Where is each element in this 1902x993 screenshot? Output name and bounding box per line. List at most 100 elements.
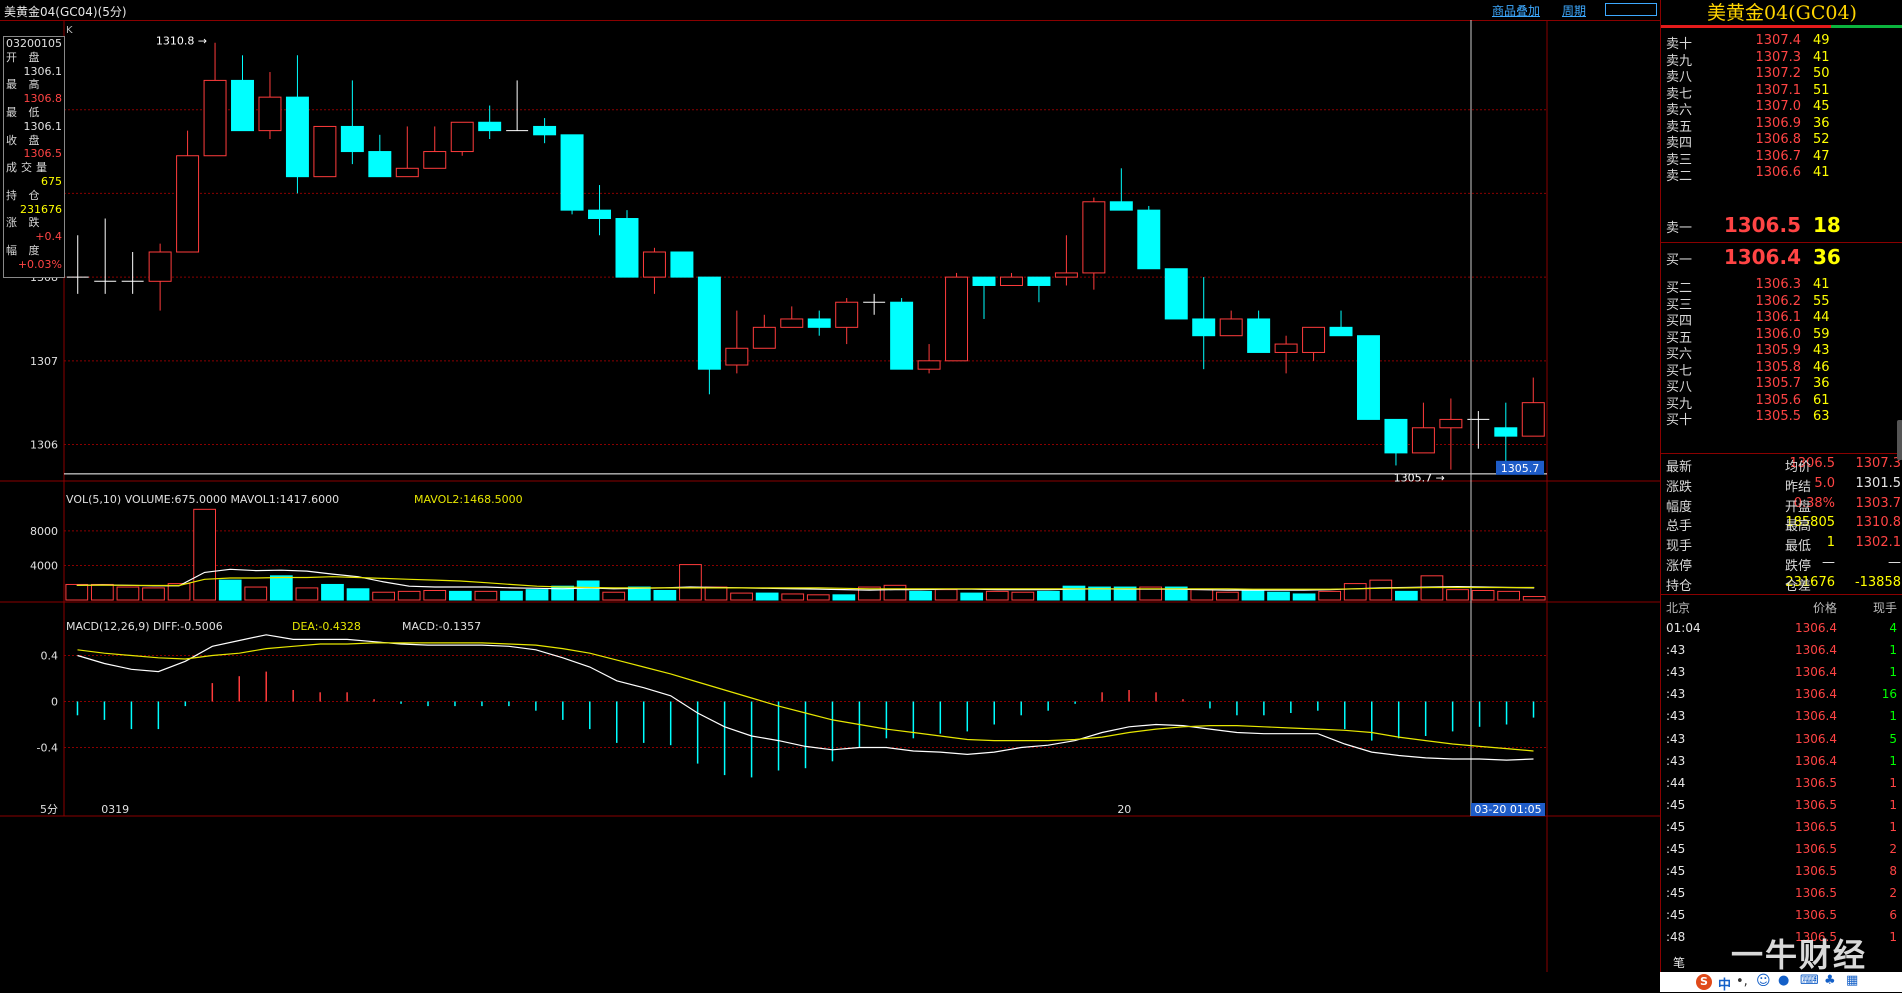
- bid-price: 1305.8: [1755, 359, 1802, 375]
- tick-price: 1306.4: [1795, 709, 1837, 724]
- tick-price: 1306.5: [1795, 908, 1837, 923]
- info-value: 1306.1: [23, 64, 63, 78]
- tick-price: 1306.4: [1795, 643, 1837, 658]
- tick-price: 1306.4: [1795, 665, 1837, 680]
- scroll-handle[interactable]: [1897, 420, 1902, 460]
- tick-time: :45: [1666, 797, 1686, 812]
- period-button[interactable]: 周期: [1562, 2, 1586, 19]
- ticks-divider: [1661, 594, 1902, 595]
- ime-sogou-icon[interactable]: S: [1696, 974, 1712, 990]
- volume-legend: VOL(5,10) VOLUME:675.0000 MAVOL1:1417.60…: [66, 493, 339, 506]
- ask-row[interactable]: 卖一 1306.5 18: [1661, 213, 1902, 237]
- skin-icon[interactable]: ♣: [1824, 973, 1836, 988]
- volume-bar: [525, 589, 549, 601]
- ime-mode-label[interactable]: 中: [1718, 974, 1731, 993]
- ticks-header: 北京 价格 现手: [1661, 596, 1902, 618]
- volume-bar: [423, 590, 447, 601]
- tick-volume: 1: [1889, 819, 1897, 834]
- candle-body: [1027, 276, 1051, 286]
- candle-body: [368, 151, 392, 178]
- price-tick-label: 1306: [30, 439, 58, 452]
- status-bar: [0, 972, 1660, 992]
- candle-body: [1329, 326, 1353, 337]
- stat-label-right: 昨结: [1785, 479, 1812, 495]
- candle-body: [615, 218, 639, 278]
- candle-body: [670, 251, 694, 278]
- stat-value-left: 0.38%: [1793, 495, 1835, 511]
- mavol1-line: [76, 568, 1535, 591]
- tick-time: :45: [1666, 886, 1686, 901]
- smiley-icon[interactable]: ☺: [1756, 973, 1771, 989]
- tick-row: :45 1306.5 1: [1661, 817, 1902, 839]
- bid-row[interactable]: 买十 1305.5 63: [1661, 407, 1902, 428]
- stat-value-left: 1306.5: [1789, 456, 1836, 471]
- stat-value-right: 1301.5: [1855, 475, 1902, 491]
- ask-price: 1306.5: [1723, 213, 1801, 237]
- tick-row: :45 1306.5 8: [1661, 861, 1902, 883]
- volume-bar: [704, 586, 728, 601]
- info-label: 持 仓: [6, 188, 44, 202]
- tick-time: :43: [1666, 731, 1686, 746]
- candle-body: [917, 360, 941, 370]
- period-label: 5分: [40, 803, 58, 816]
- volume-bar: [321, 583, 344, 601]
- tick-price: 1306.5: [1795, 797, 1837, 812]
- tick-row: :45 1306.5 1: [1661, 795, 1902, 817]
- tick-row: :45 1306.5 2: [1661, 883, 1902, 905]
- ticks-footer-label[interactable]: 笔: [1673, 954, 1685, 971]
- ask-level-label: 卖二: [1666, 169, 1693, 184]
- ask-qty: 41: [1813, 49, 1830, 65]
- candle-body: [395, 167, 419, 178]
- candle-body: [890, 301, 914, 370]
- ask-row[interactable]: 卖二 1306.6 41: [1661, 163, 1902, 184]
- volume-bar: [960, 592, 984, 601]
- tick-time: 01:04: [1666, 621, 1701, 635]
- tick-row: :45 1306.5 6: [1661, 905, 1902, 927]
- bid-row[interactable]: 买一 1306.4 36: [1661, 245, 1902, 269]
- stat-value-left: 231676: [1785, 574, 1835, 590]
- info-label: 最 高: [6, 78, 44, 92]
- tick-row: 01:04 1306.4 4: [1661, 618, 1902, 640]
- volume-bar: [909, 590, 932, 601]
- quote-title: 美黄金04(GC04): [1707, 2, 1857, 24]
- taskbar: S 中 •, ☺ ● ⌨ ♣ ▦: [1660, 972, 1902, 993]
- candle-body: [176, 155, 200, 253]
- microphone-icon[interactable]: ●: [1778, 973, 1789, 988]
- orderbook-divider: [1661, 242, 1902, 243]
- bid-qty: 55: [1813, 293, 1830, 309]
- candle-body: [203, 79, 227, 157]
- bid-qty: 43: [1813, 343, 1830, 358]
- volume-bar: [679, 564, 702, 601]
- candle-body: [1137, 209, 1161, 270]
- candle-body: [1109, 201, 1133, 211]
- punctuation-icon[interactable]: •,: [1736, 974, 1748, 989]
- tick-row: :43 1306.4 5: [1661, 729, 1902, 751]
- bid-price: 1305.6: [1755, 392, 1802, 408]
- watermark-logo: 一牛财经: [1731, 936, 1868, 974]
- volume-tick-label: 8000: [30, 525, 58, 538]
- stat-value-right: 1310.8: [1855, 515, 1902, 531]
- keyboard-icon[interactable]: ⌨: [1800, 973, 1819, 988]
- overlay-button[interactable]: 商品叠加: [1492, 2, 1540, 19]
- chart-area[interactable]: 130613071308K1310.8 →1305.7 →1305.740008…: [0, 20, 1660, 972]
- candle-body: [1247, 318, 1271, 353]
- tick-row: :43 1306.4 1: [1661, 662, 1902, 684]
- grid-menu-icon[interactable]: ▦: [1846, 973, 1858, 988]
- window-control-icons[interactable]: [1605, 3, 1657, 16]
- candle-body: [1219, 318, 1243, 337]
- tick-time: :45: [1666, 908, 1686, 923]
- volume-bar: [244, 586, 268, 601]
- tick-time: :45: [1666, 819, 1686, 834]
- candle-body: [148, 251, 172, 282]
- candle-body: [1439, 418, 1463, 429]
- tick-volume: 6: [1889, 908, 1897, 923]
- volume-bar: [1190, 589, 1214, 601]
- candle-body: [1192, 318, 1216, 337]
- bid-qty: 44: [1813, 310, 1830, 325]
- info-label: 成交量: [6, 161, 51, 175]
- bid-level-label: 买一: [1666, 253, 1693, 268]
- candle-body: [423, 151, 447, 169]
- info-value: 675: [41, 174, 62, 188]
- candle-body: [285, 96, 309, 178]
- volume-bar: [934, 589, 958, 601]
